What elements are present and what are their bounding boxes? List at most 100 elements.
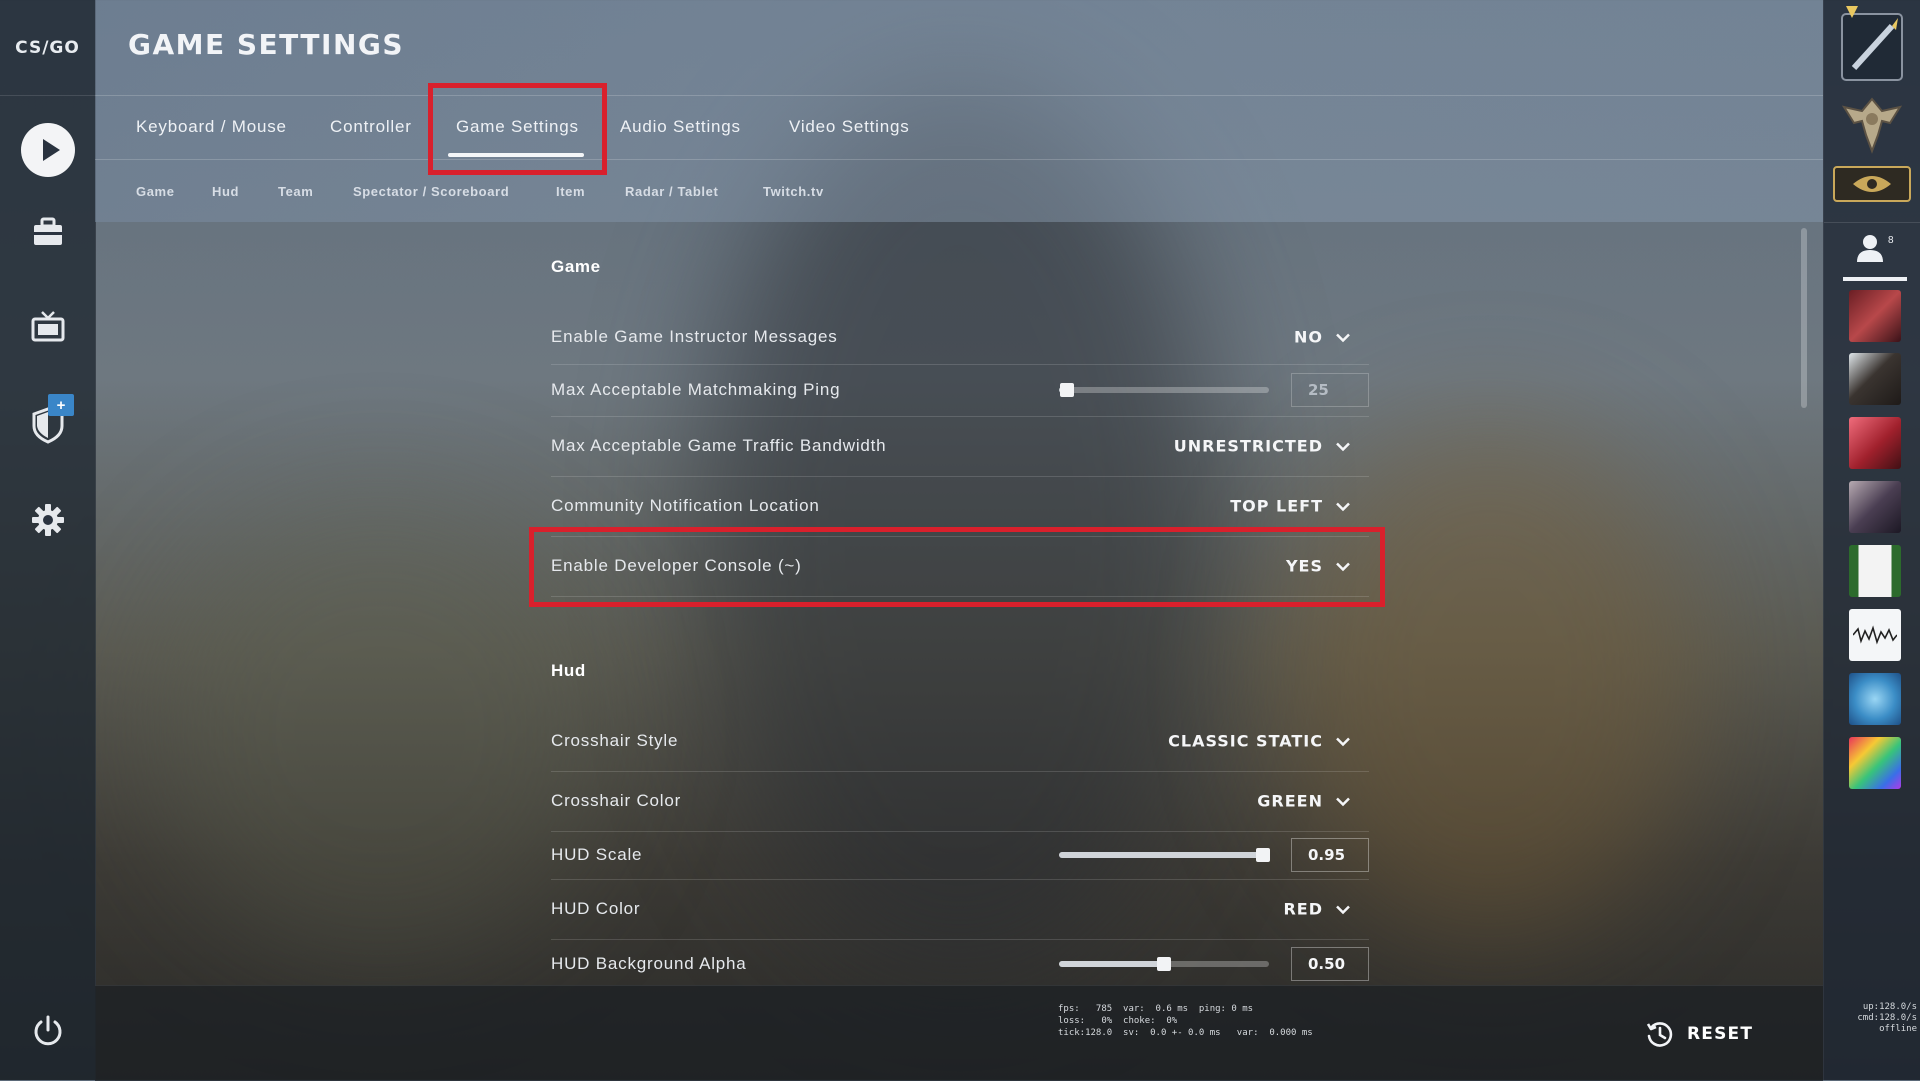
setting-label: HUD Scale xyxy=(551,845,643,864)
friends-count: 8 xyxy=(1888,235,1894,246)
setting-row-bandwidth: Max Acceptable Game Traffic Bandwidth UN… xyxy=(551,416,1369,477)
dropdown-value: UNRESTRICTED xyxy=(1173,436,1323,456)
waveform-icon xyxy=(1853,625,1897,645)
friends-button[interactable]: 8 xyxy=(1856,233,1896,273)
crosshair-style-dropdown[interactable]: CLASSIC STATIC xyxy=(1168,732,1351,751)
tab-keyboard-mouse[interactable]: Keyboard / Mouse xyxy=(136,117,287,137)
reset-history-icon xyxy=(1646,1022,1673,1047)
briefcase-icon xyxy=(34,217,62,245)
notification-location-dropdown[interactable]: TOP LEFT xyxy=(1230,497,1351,516)
sidebar-divider xyxy=(1824,222,1920,223)
slider-knob[interactable] xyxy=(1255,848,1270,862)
tv-icon xyxy=(31,311,65,342)
friend-avatar[interactable] xyxy=(1849,673,1901,725)
friend-avatar[interactable] xyxy=(1849,481,1901,533)
friend-avatar[interactable] xyxy=(1849,290,1901,342)
csgo-logo[interactable]: CS/GO xyxy=(0,0,95,95)
eagle-emblem-icon xyxy=(1838,95,1906,157)
play-button[interactable] xyxy=(21,123,75,177)
footer-bar xyxy=(95,985,1823,1081)
network-stats: up:128.0/s cmd:128.0/s offline xyxy=(1857,1002,1917,1034)
chevron-down-icon xyxy=(1336,905,1350,914)
highlight-box-tab xyxy=(428,83,607,175)
reset-label: RESET xyxy=(1687,1024,1754,1044)
setting-label: HUD Color xyxy=(551,899,641,918)
highlight-box-developer-console xyxy=(529,527,1385,607)
hud-color-dropdown[interactable]: RED xyxy=(1283,900,1351,919)
slider-knob[interactable] xyxy=(1157,957,1171,971)
hud-alpha-input[interactable]: 0.50 xyxy=(1291,947,1369,981)
subtab-item[interactable]: Item xyxy=(556,184,585,199)
dropdown-value: TOP LEFT xyxy=(1230,496,1323,516)
chevron-down-icon xyxy=(1336,502,1350,511)
gear-icon xyxy=(32,504,64,536)
setting-row-instructor-messages: Enable Game Instructor Messages NO xyxy=(551,310,1369,365)
logo-divider xyxy=(0,95,95,96)
right-sidebar: 8 up:128.0/s cmd:128.0/s offline xyxy=(1823,0,1920,1080)
setting-label: Max Acceptable Game Traffic Bandwidth xyxy=(551,436,887,455)
dropdown-value: CLASSIC STATIC xyxy=(1168,731,1323,751)
instructor-messages-dropdown[interactable]: NO xyxy=(1294,328,1351,347)
tab-controller[interactable]: Controller xyxy=(330,117,412,137)
watch-button[interactable] xyxy=(24,303,72,351)
subtab-hud[interactable]: Hud xyxy=(212,184,239,199)
settings-button[interactable] xyxy=(24,496,72,544)
subtab-team[interactable]: Team xyxy=(278,184,313,199)
logo-text: CS/GO xyxy=(15,37,80,58)
play-icon xyxy=(21,123,75,177)
dropdown-value: RED xyxy=(1283,899,1323,919)
setting-label: Community Notification Location xyxy=(551,496,820,515)
slider-fill xyxy=(1059,852,1263,858)
setting-label: Enable Game Instructor Messages xyxy=(551,327,838,346)
dropdown-value: GREEN xyxy=(1257,791,1323,811)
setting-row-hud-background-alpha: HUD Background Alpha 0.50 xyxy=(551,939,1369,989)
rank-badge-icon[interactable] xyxy=(1836,4,1908,84)
bandwidth-dropdown[interactable]: UNRESTRICTED xyxy=(1174,437,1351,456)
setting-row-hud-scale: HUD Scale 0.95 xyxy=(551,831,1369,880)
hud-alpha-slider[interactable] xyxy=(1059,957,1269,971)
setting-row-matchmaking-ping: Max Acceptable Matchmaking Ping 25 xyxy=(551,364,1369,417)
tabs-divider xyxy=(95,159,1823,160)
hud-scale-slider[interactable] xyxy=(1059,848,1270,862)
matchmaking-ping-slider[interactable] xyxy=(1059,383,1269,397)
subtab-radar-tablet[interactable]: Radar / Tablet xyxy=(625,184,718,199)
quit-button[interactable] xyxy=(24,1007,72,1055)
setting-row-hud-color: HUD Color RED xyxy=(551,879,1369,940)
left-sidebar: CS/GO + xyxy=(0,0,96,1080)
subtab-twitch[interactable]: Twitch.tv xyxy=(763,184,824,199)
section-title-hud: Hud xyxy=(551,661,586,680)
inventory-button[interactable] xyxy=(24,208,72,256)
netgraph-readout: fps: 785 var: 0.6 ms ping: 0 ms loss: 0%… xyxy=(1058,1004,1313,1038)
setting-row-crosshair-color: Crosshair Color GREEN xyxy=(551,771,1369,832)
page-title: GAME SETTINGS xyxy=(128,28,405,61)
setting-label: Max Acceptable Matchmaking Ping xyxy=(551,380,841,399)
tab-audio-settings[interactable]: Audio Settings xyxy=(620,117,741,137)
slider-knob[interactable] xyxy=(1060,383,1075,397)
crosshair-color-dropdown[interactable]: GREEN xyxy=(1257,792,1351,811)
skill-group-icon xyxy=(1833,166,1911,202)
chevron-down-icon xyxy=(1336,797,1350,806)
dropdown-value: NO xyxy=(1294,327,1323,347)
power-icon xyxy=(34,1015,62,1046)
setting-label: Crosshair Color xyxy=(551,791,682,810)
friend-avatar[interactable] xyxy=(1849,737,1901,789)
matchmaking-ping-input[interactable]: 25 xyxy=(1291,373,1369,407)
hud-scale-input[interactable]: 0.95 xyxy=(1291,838,1369,872)
friend-avatar[interactable] xyxy=(1849,545,1901,597)
subtab-game[interactable]: Game xyxy=(136,184,175,199)
chevron-down-icon xyxy=(1336,333,1350,342)
setting-row-crosshair-style: Crosshair Style CLASSIC STATIC xyxy=(551,711,1369,772)
reset-button[interactable]: RESET xyxy=(1645,1019,1753,1049)
friend-avatar[interactable] xyxy=(1849,353,1901,405)
section-title-game: Game xyxy=(551,257,601,276)
subtab-spectator-scoreboard[interactable]: Spectator / Scoreboard xyxy=(353,184,509,199)
person-icon xyxy=(1857,235,1883,262)
operation-button[interactable]: + xyxy=(24,394,74,446)
friend-avatar[interactable] xyxy=(1849,609,1901,661)
tab-video-settings[interactable]: Video Settings xyxy=(789,117,910,137)
friend-avatar[interactable] xyxy=(1849,417,1901,469)
slider-fill xyxy=(1059,961,1164,967)
chevron-down-icon xyxy=(1336,442,1350,451)
plus-badge-icon: + xyxy=(48,394,74,416)
settings-scrollbar[interactable] xyxy=(1801,228,1807,408)
